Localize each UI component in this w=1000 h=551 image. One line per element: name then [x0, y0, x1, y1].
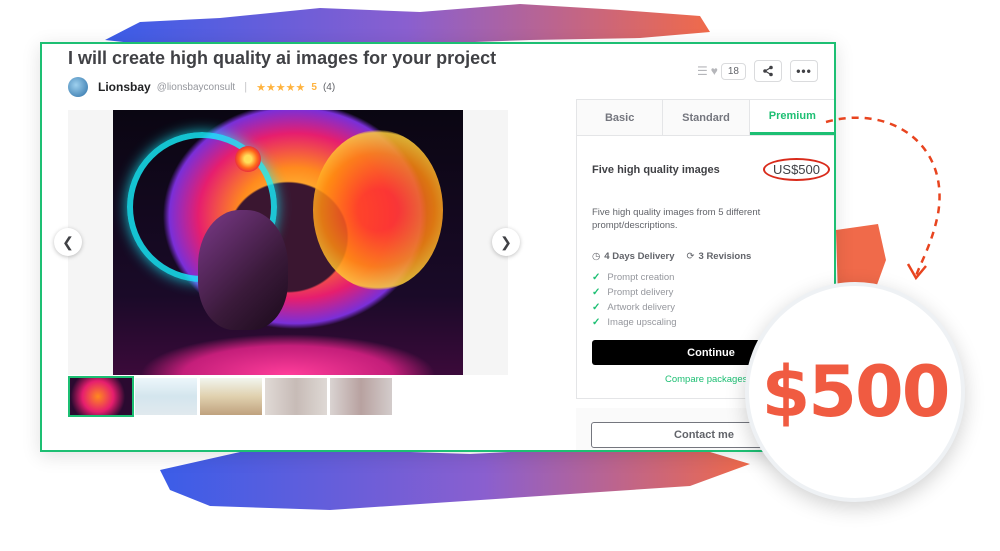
saves-count: 18 [720, 62, 746, 80]
package-name: Five high quality images [592, 163, 720, 176]
gig-card: I will create high quality ai images for… [40, 42, 836, 452]
chevron-left-icon: ❮ [62, 233, 74, 250]
package-tabs: Basic Standard Premium [577, 100, 834, 136]
seller-handle: @lionsbayconsult [156, 81, 236, 93]
thumbnail[interactable] [68, 376, 134, 417]
tab-standard[interactable]: Standard [663, 100, 750, 135]
image-flower [235, 146, 261, 172]
delivery-text: 4 Days Delivery [604, 251, 675, 262]
list-icon[interactable]: ☰ [697, 64, 708, 78]
star-rating-icon: ★★★★★ [256, 81, 306, 94]
list-item: ✓ Image upscaling [592, 315, 677, 330]
feature-label: Prompt creation [607, 272, 675, 283]
main-gig-image[interactable] [113, 110, 463, 375]
gig-title: I will create high quality ai images for… [68, 48, 497, 68]
revisions-info: ⟳ 3 Revisions [687, 251, 752, 262]
review-count[interactable]: (4) [323, 82, 335, 93]
gallery-next-button[interactable]: ❯ [492, 228, 520, 256]
image-hair [313, 130, 443, 290]
gig-actions: ☰ ♥ 18 ••• [697, 60, 818, 82]
check-icon: ✓ [592, 317, 601, 328]
avatar[interactable] [68, 77, 88, 97]
feature-label: Artwork delivery [607, 302, 675, 313]
tab-basic[interactable]: Basic [577, 100, 664, 135]
seller-row: Lionsbay @lionsbayconsult | ★★★★★ 5 (4) [68, 77, 335, 97]
list-item: ✓ Prompt creation [592, 270, 677, 285]
feature-label: Prompt delivery [607, 287, 674, 298]
feature-list: ✓ Prompt creation ✓ Prompt delivery ✓ Artwo… [592, 270, 677, 330]
image-portrait [198, 210, 288, 330]
list-item: ✓ Prompt delivery [592, 285, 677, 300]
more-icon: ••• [796, 64, 812, 78]
package-header: Five high quality images US$500 [592, 158, 830, 181]
refresh-icon: ⟳ [686, 251, 695, 262]
save-group: ☰ ♥ 18 [697, 62, 746, 80]
revisions-text: 3 Revisions [698, 251, 752, 262]
callout-price: $500 [761, 351, 951, 433]
thumbnail[interactable] [135, 378, 197, 415]
gallery-prev-button[interactable]: ❮ [54, 228, 82, 256]
thumbnail[interactable] [265, 378, 327, 415]
check-icon: ✓ [592, 287, 601, 298]
compare-packages-link[interactable]: Compare packages [665, 374, 747, 385]
clock-icon: ◷ [592, 251, 601, 262]
share-icon [763, 65, 773, 77]
chevron-right-icon: ❯ [500, 233, 512, 250]
divider: | [244, 81, 248, 93]
brush-stroke-bottom [160, 448, 750, 510]
seller-name[interactable]: Lionsbay [98, 80, 151, 94]
list-item: ✓ Artwork delivery [592, 300, 677, 315]
share-button[interactable] [754, 60, 782, 82]
price-zoom-callout: $500 [745, 282, 965, 502]
package-description: Five high quality images from 5 differen… [592, 207, 761, 231]
package-meta: ◷ 4 Days Delivery ⟳ 3 Revisions [592, 251, 751, 262]
feature-label: Image upscaling [607, 317, 677, 328]
gig-gallery: ❮ ❯ [54, 110, 520, 375]
thumbnail[interactable] [200, 378, 262, 415]
thumbnail-strip [68, 376, 392, 417]
more-options-button[interactable]: ••• [790, 60, 818, 82]
check-icon: ✓ [592, 272, 601, 283]
check-icon: ✓ [592, 302, 601, 313]
heart-icon[interactable]: ♥ [711, 64, 718, 78]
callout-arrow-icon [825, 116, 941, 281]
delivery-info: ◷ 4 Days Delivery [592, 251, 675, 262]
rating-value: 5 [311, 81, 317, 93]
thumbnail[interactable] [330, 378, 392, 415]
